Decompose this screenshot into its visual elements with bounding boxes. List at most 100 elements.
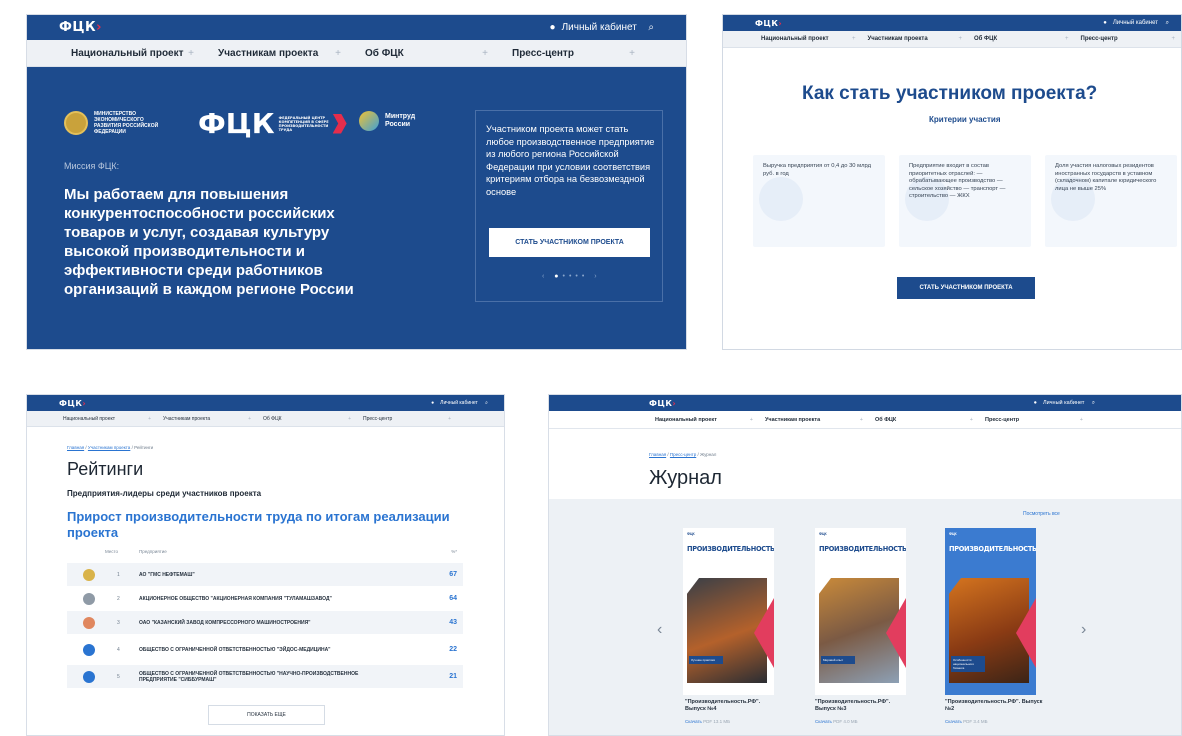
col-place: Место — [105, 549, 119, 554]
user-icon[interactable]: ● — [1103, 20, 1107, 26]
nav-label: Об ФЦК — [263, 415, 282, 422]
crumb-participants[interactable]: Участникам проекта — [88, 445, 130, 450]
nav-item-press[interactable]: Пресс-центр + — [1075, 31, 1182, 47]
cabinet-link[interactable]: Личный кабинет — [1043, 400, 1084, 406]
row-name: АО "ГМС НЕФТЕМАШ" — [139, 571, 195, 578]
download-link[interactable]: Скачать — [945, 719, 962, 724]
become-participant-button[interactable]: СТАТЬ УЧАСТНИКОМ ПРОЕКТА — [897, 277, 1035, 299]
nav-item-participants[interactable]: Участникам проекта + — [862, 31, 969, 47]
nav-item-about[interactable]: Об ФЦК + — [968, 31, 1075, 47]
nav-item-press[interactable]: Пресс-центр + — [357, 411, 457, 426]
row-name: ОБЩЕСТВО С ОГРАНИЧЕННОЙ ОТВЕТСТВЕННОСТЬЮ… — [139, 670, 359, 683]
nav-item-about[interactable]: Об ФЦК + — [353, 40, 500, 66]
nav-label: Об ФЦК — [974, 36, 998, 42]
user-icon[interactable]: ● — [1034, 400, 1037, 406]
nav-item-press[interactable]: Пресс-центр + — [500, 40, 647, 66]
row-score: 43 — [449, 619, 457, 626]
plus-icon: + — [1079, 416, 1083, 423]
magazine-cover[interactable]: ФЦК ПРОИЗВОДИТЕЛЬНОСТЬ.РФ Особенности на… — [945, 528, 1036, 695]
plus-icon: + — [348, 415, 351, 422]
nav-label: Национальный проект — [71, 47, 184, 59]
table-row: 4 ОБЩЕСТВО С ОГРАНИЧЕННОЙ ОТВЕТСТВЕННОСТЬ… — [67, 638, 463, 661]
fck-logo-sub: ФЕДЕРАЛЬНЫЙ ЦЕНТР КОМПЕТЕНЦИЙ В СФЕРЕ ПР… — [278, 115, 329, 132]
nav-item-press[interactable]: Пресс-центр + — [979, 411, 1089, 428]
download-link[interactable]: Скачать — [685, 719, 702, 724]
ratings-panel: ФЦК› ● Личный кабинет ⌕ Национальный прое… — [26, 394, 505, 736]
logo[interactable]: ФЦК› — [59, 399, 86, 408]
breadcrumb: Главная / Пресс-центр / Журнал — [649, 452, 717, 457]
nav-item-national[interactable]: Национальный проект + — [57, 411, 157, 426]
nav-label: Национальный проект — [63, 415, 116, 422]
cabinet-link[interactable]: Личный кабинет — [562, 22, 637, 33]
plus-icon: + — [482, 47, 488, 59]
row-name: АКЦИОНЕРНОЕ ОБЩЕСТВО "АКЦИОНЕРНАЯ КОМПАН… — [139, 595, 332, 602]
logo[interactable]: ФЦК› — [755, 19, 782, 28]
crumb-press[interactable]: Пресс-центр — [670, 452, 696, 457]
logo[interactable]: ФЦК› — [649, 399, 676, 408]
nav-label: Об ФЦК — [365, 47, 404, 59]
logo-text: ФЦК — [649, 398, 673, 408]
issue-caption[interactable]: "Производительность.РФ". Выпуск №2 — [945, 699, 1045, 713]
nav-item-national[interactable]: Национальный проект + — [59, 40, 206, 66]
row-place: 5 — [117, 673, 120, 680]
logo[interactable]: ФЦК› — [59, 20, 102, 35]
issue-caption[interactable]: "Производительность.РФ". Выпуск №4 — [685, 699, 781, 713]
cover-label: Особенности национального бизнеса — [951, 656, 985, 672]
main-nav: Национальный проект + Участникам проекта +… — [27, 40, 686, 67]
bronze-medal-icon — [83, 616, 95, 629]
cover-title: ПРОИЗВОДИТЕЛЬНОСТЬ.РФ — [687, 545, 774, 553]
search-icon[interactable]: ⌕ — [1164, 20, 1169, 27]
search-icon[interactable]: ⌕ — [1090, 400, 1095, 407]
user-icon[interactable]: ● — [431, 400, 434, 406]
issue-caption[interactable]: "Производительность.РФ". Выпуск №3 — [815, 699, 911, 713]
row-score: 22 — [449, 646, 457, 653]
cover-photo — [819, 578, 899, 683]
nav-label: Пресс-центр — [512, 47, 574, 59]
crumb-current: Рейтинги — [134, 445, 154, 450]
header: ФЦК› ● Личный кабинет ⌕ — [27, 15, 686, 40]
download-row: Скачать PDF 13.1 МБ — [685, 719, 730, 724]
crumb-home[interactable]: Главная — [67, 445, 84, 450]
nav-item-participants[interactable]: Участникам проекта + — [759, 411, 869, 428]
mintrud-icon — [359, 111, 379, 131]
nav-item-about[interactable]: Об ФЦК + — [257, 411, 357, 426]
plus-icon: + — [969, 416, 973, 423]
cabinet-link[interactable]: Личный кабинет — [440, 400, 478, 406]
become-participant-button[interactable]: СТАТЬ УЧАСТНИКОМ ПРОЕКТА — [489, 228, 650, 257]
plus-icon: + — [1171, 36, 1175, 42]
criteria-card: Доля участия налоговых резидентов иностр… — [1045, 155, 1177, 247]
row-place: 4 — [117, 646, 120, 653]
ministry-text: МИНИСТЕРСТВО ЭКОНОМИЧЕСКОГО РАЗВИТИЯ РОС… — [94, 111, 159, 135]
mission-text: Мы работаем для повышения конкурентоспос… — [64, 186, 354, 298]
search-icon[interactable]: ⌕ — [484, 400, 488, 406]
crumb-home[interactable]: Главная — [649, 452, 666, 457]
row-place: 3 — [117, 619, 120, 626]
page-title: Журнал — [649, 467, 722, 489]
nav-label: Пресс-центр — [1080, 36, 1118, 42]
user-icon[interactable]: ● — [550, 22, 556, 33]
nav-item-participants[interactable]: Участникам проекта + — [157, 411, 257, 426]
magazine-cover[interactable]: ФЦК ПРОИЗВОДИТЕЛЬНОСТЬ.РФ Лучшие практик… — [683, 528, 774, 695]
carousel-dots[interactable]: ‹ ●•••• › — [542, 273, 601, 280]
nav-label: Участникам проекта — [218, 47, 319, 59]
header: ФЦК› ● Личный кабинет ⌕ — [549, 395, 1181, 411]
show-more-button[interactable]: ПОКАЗАТЬ ЕЩЕ — [208, 705, 325, 725]
search-icon[interactable]: ⌕ — [643, 22, 654, 33]
row-place: 2 — [117, 595, 120, 602]
nav-label: Участникам проекта — [765, 416, 821, 423]
nav-item-national[interactable]: Национальный проект + — [649, 411, 759, 428]
download-link[interactable]: Скачать — [815, 719, 832, 724]
nav-item-participants[interactable]: Участникам проекта + — [206, 40, 353, 66]
view-all-link[interactable]: Посмотреть все — [1023, 511, 1060, 517]
plus-icon: + — [851, 36, 856, 42]
magazine-cover[interactable]: ФЦК ПРОИЗВОДИТЕЛЬНОСТЬ.РФ Мировой опыт — [815, 528, 906, 695]
criteria-text: Выручка предприятия от 0,4 до 30 млрд ру… — [763, 163, 871, 177]
plus-icon: + — [188, 47, 194, 59]
nav-item-national[interactable]: Национальный проект + — [755, 31, 862, 47]
nav-item-about[interactable]: Об ФЦК + — [869, 411, 979, 428]
page-title: Рейтинги — [67, 459, 144, 479]
chevron-right-icon[interactable]: › — [1081, 621, 1086, 639]
chevron-left-icon[interactable]: ‹ — [657, 621, 662, 639]
row-score: 64 — [449, 595, 457, 602]
cabinet-link[interactable]: Личный кабинет — [1113, 20, 1158, 26]
